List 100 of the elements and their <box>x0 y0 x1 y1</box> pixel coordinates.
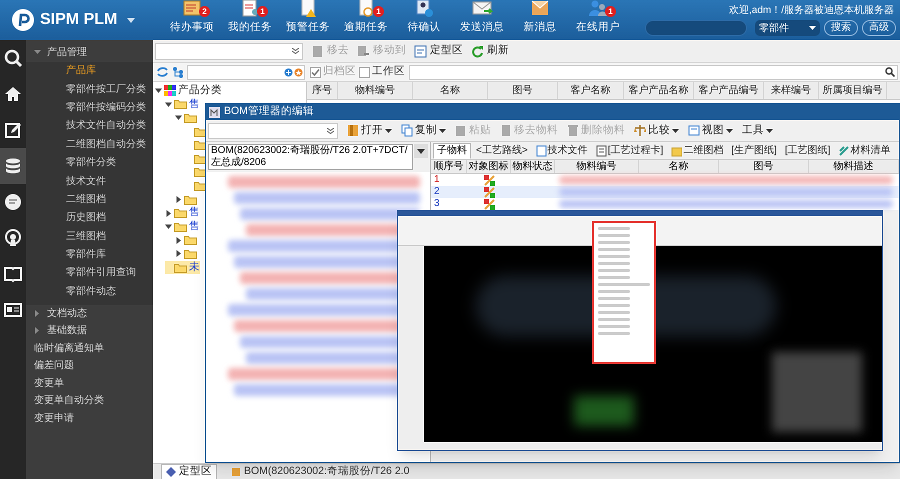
tree-search-field[interactable] <box>187 64 305 80</box>
folder-icon <box>194 180 207 191</box>
caret-icon <box>385 128 392 132</box>
sidebar-tab[interactable] <box>0 148 26 184</box>
tree-item[interactable] <box>175 234 197 248</box>
trash-icon <box>567 124 579 137</box>
column-header[interactable]: 物料编号 <box>338 82 413 99</box>
caret-icon <box>726 128 733 132</box>
tab[interactable]: 材料清单 <box>835 142 894 158</box>
nav-button[interactable]: 我的任务 1 <box>221 0 279 38</box>
table-row[interactable]: 2 <box>431 186 899 198</box>
caret-icon <box>809 26 816 30</box>
tab[interactable]: [工艺图纸] <box>782 142 834 158</box>
column-header[interactable]: 物料编号 <box>555 160 639 173</box>
tab[interactable]: 技术文件 <box>532 142 591 158</box>
menu-item[interactable]: 技术文件自动分类 <box>26 116 153 136</box>
refresh-icon <box>471 44 484 58</box>
nav-button[interactable]: 待确认 <box>395 0 453 38</box>
checkbox[interactable] <box>359 66 370 78</box>
tab[interactable]: 子物料 <box>433 142 471 158</box>
column-header[interactable]: 客户产品编号 <box>694 82 764 99</box>
bom-dropdown[interactable]: BOM(820623002:奇瑞股份/T26 2.0T+7DCT/左总成/8206 <box>208 144 413 170</box>
menu-item[interactable]: 零部件引用查询 <box>26 264 153 282</box>
column-header[interactable]: 图号 <box>488 82 558 99</box>
tree-item[interactable]: 售 <box>165 220 200 234</box>
menu-item[interactable]: 二维图档 <box>26 190 153 209</box>
nav-button[interactable]: 在线用户 1 <box>569 0 627 38</box>
column-header[interactable]: 名称 <box>639 160 719 173</box>
menu-item[interactable]: 二维图档自动分类 <box>26 135 153 154</box>
column-header[interactable]: 客户产品名称 <box>624 82 694 99</box>
column-header[interactable]: 来样编号 <box>764 82 819 99</box>
toolbar-button[interactable]: 视图 <box>688 122 733 138</box>
tree-item[interactable] <box>175 247 197 261</box>
tree-item[interactable]: 售 <box>165 98 200 112</box>
menu-item[interactable]: 产品管理 <box>26 44 153 62</box>
menu-item[interactable]: 三维图档 <box>26 227 153 246</box>
menu-item[interactable]: 变更单自动分类 <box>26 392 153 410</box>
menu-item[interactable]: 零部件按工厂分类 <box>26 80 153 98</box>
tree-item[interactable]: 产品分类 <box>155 84 222 98</box>
nav-button[interactable]: 发送消息 <box>453 0 511 38</box>
scope-value: 零部件 <box>759 22 789 36</box>
nav-button[interactable]: 待办事项 2 <box>163 0 221 38</box>
menu-item[interactable]: 基础数据 <box>26 322 153 340</box>
menu-item[interactable]: 偏差问题 <box>26 357 153 375</box>
menu-item[interactable]: 零部件库 <box>26 245 153 264</box>
toolbar-button[interactable]: 刷新 <box>471 43 509 59</box>
book-icon <box>3 264 23 284</box>
column-header[interactable]: 所属项目编号 <box>819 82 887 99</box>
bottom-tab[interactable]: BOM(820623002:奇瑞股份/T26 2.0 <box>227 464 414 479</box>
nav-button[interactable]: 新消息 <box>511 0 569 38</box>
tab[interactable]: <工艺路线> <box>473 142 531 158</box>
column-header[interactable]: 物料状态 <box>511 160 555 173</box>
tab[interactable]: [生产图纸] <box>728 142 780 158</box>
column-header[interactable]: 图号 <box>719 160 809 173</box>
nav-button[interactable]: 预警任务 <box>279 0 337 38</box>
table-row[interactable]: 3 <box>431 198 899 210</box>
column-header[interactable]: 名称 <box>413 82 488 99</box>
bottom-tab[interactable]: 定型区 <box>161 464 217 479</box>
menu-item[interactable]: 文档动态 <box>26 304 153 322</box>
toolbar-button[interactable]: 复制 <box>401 122 446 138</box>
menu-item[interactable]: 产品库 <box>26 62 153 80</box>
menu-item[interactable]: 技术文件 <box>26 172 153 190</box>
toolbar-button[interactable]: 比较 <box>634 122 679 138</box>
menu-item[interactable]: 零部件分类 <box>26 153 153 172</box>
column-header[interactable]: 对象图标 <box>467 160 511 173</box>
folder-icon <box>184 194 197 205</box>
nav-button[interactable]: 逾期任务 1 <box>337 0 395 38</box>
column-header[interactable]: 物料描述 <box>809 160 899 173</box>
menu-item[interactable]: 临时偏离通知单 <box>26 340 153 358</box>
menu-item[interactable]: 零部件动态 <box>26 282 153 301</box>
toolbar-button[interactable]: 打开 <box>347 122 392 138</box>
menu-item[interactable]: 零部件按编码分类 <box>26 98 153 117</box>
tree-item[interactable]: 未 <box>165 260 200 274</box>
filter-checkbox[interactable]: 工作区 <box>359 64 405 80</box>
menu-item[interactable]: 变更单 <box>26 374 153 392</box>
menu-item[interactable]: 变更申请 <box>26 410 153 428</box>
tree-item[interactable]: 售 <box>165 206 200 220</box>
search-button[interactable]: 搜索 <box>824 20 858 36</box>
scope-dropdown[interactable]: 零部件 <box>755 20 820 36</box>
search-button[interactable]: 高级 <box>862 20 896 36</box>
chevron-down-icon <box>327 128 334 134</box>
column-header[interactable]: 序号 <box>307 82 338 99</box>
toolbar-button[interactable]: 工具 <box>742 122 773 138</box>
table-row[interactable]: 1 <box>431 174 899 186</box>
toolbar-button[interactable]: 定型区 <box>414 43 463 59</box>
sync-button[interactable] <box>156 66 169 78</box>
column-header[interactable]: 客户名称 <box>558 82 624 99</box>
window-title: BOM管理器的编辑 <box>224 104 314 120</box>
menu-item[interactable]: 历史图档 <box>26 208 153 228</box>
table-cell-text: 2 <box>433 186 441 198</box>
tree-item[interactable] <box>175 111 197 125</box>
folder-icon <box>174 99 187 110</box>
folder-icon <box>174 222 187 232</box>
folder-icon <box>174 262 187 273</box>
search-field[interactable] <box>645 20 747 36</box>
tab[interactable]: 二维图档 <box>668 142 726 158</box>
database-icon <box>3 156 23 176</box>
column-header[interactable]: 顺序号 <box>431 160 467 173</box>
home-icon <box>3 84 23 104</box>
tab[interactable]: [工艺过程卡] <box>592 142 666 158</box>
